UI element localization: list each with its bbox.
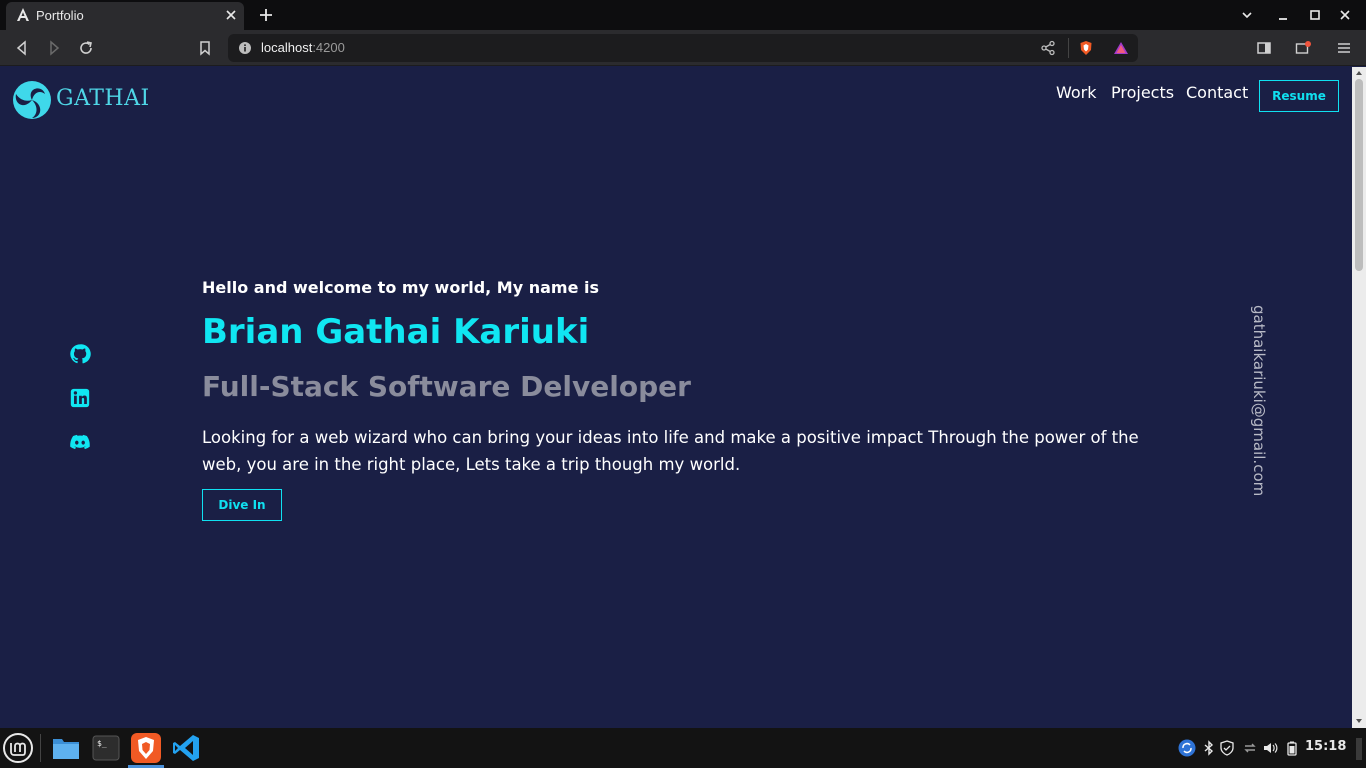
bluetooth-icon[interactable] xyxy=(1201,740,1217,756)
brave-icon[interactable] xyxy=(130,732,162,764)
url-host: localhost xyxy=(261,40,313,55)
menu-icon[interactable] xyxy=(1336,40,1352,56)
mint-menu-icon[interactable] xyxy=(2,732,34,764)
address-bar[interactable]: localhost:4200 xyxy=(228,34,1138,62)
sidebar-icon[interactable] xyxy=(1256,40,1272,56)
taskbar-separator xyxy=(40,734,41,762)
wallet-icon[interactable] xyxy=(1295,40,1311,56)
tab-list-icon[interactable] xyxy=(1240,8,1254,22)
angular-icon xyxy=(17,8,29,21)
forward-icon[interactable] xyxy=(46,40,62,56)
bookmark-icon[interactable] xyxy=(197,40,213,56)
hero-greeting: Hello and welcome to my world, My name i… xyxy=(202,278,600,297)
volume-icon[interactable] xyxy=(1262,740,1278,756)
window-close-icon[interactable] xyxy=(1338,8,1352,22)
nav-work-link[interactable]: Work xyxy=(1056,83,1097,102)
page-scrollbar[interactable] xyxy=(1352,67,1366,728)
close-icon[interactable] xyxy=(224,8,238,22)
portfolio-page: GATHAI Work Projects Contact Resume Hell… xyxy=(0,67,1352,728)
url-text: localhost:4200 xyxy=(261,40,345,55)
scroll-thumb[interactable] xyxy=(1355,79,1363,271)
hero-intro: Looking for a web wizard who can bring y… xyxy=(202,428,1139,474)
browser-toolbar: localhost:4200 1 xyxy=(0,30,1366,79)
reload-icon[interactable] xyxy=(78,40,94,56)
dive-in-button[interactable]: Dive In xyxy=(202,489,282,521)
new-tab-icon[interactable] xyxy=(258,7,274,23)
back-icon[interactable] xyxy=(14,40,30,56)
brand-name[interactable]: GATHAI xyxy=(56,86,150,111)
site-info-icon[interactable] xyxy=(238,41,252,55)
nav-contact-link[interactable]: Contact xyxy=(1186,83,1248,102)
terminal-icon[interactable]: $_ xyxy=(90,732,122,764)
linkedin-icon[interactable] xyxy=(69,387,91,409)
brave-shields-icon[interactable] xyxy=(1078,40,1094,56)
minimize-icon[interactable] xyxy=(1276,8,1290,22)
update-manager-icon[interactable] xyxy=(1178,739,1196,757)
logo-icon[interactable] xyxy=(12,80,52,120)
scroll-up-icon[interactable] xyxy=(1355,69,1363,77)
browser-tab-bar: Portfolio xyxy=(0,0,1366,30)
network-icon[interactable] xyxy=(1242,740,1258,756)
email-link[interactable]: gathaikariuki@gmail.com xyxy=(1250,305,1268,496)
taskbar-clock[interactable]: 15:18 xyxy=(1305,739,1346,754)
files-icon[interactable] xyxy=(50,732,82,764)
github-icon[interactable] xyxy=(69,343,91,365)
battery-icon[interactable] xyxy=(1284,740,1300,756)
browser-tab[interactable]: Portfolio xyxy=(6,2,244,30)
show-desktop-button[interactable] xyxy=(1356,738,1362,760)
shield-icon[interactable] xyxy=(1219,740,1235,756)
vscode-icon[interactable] xyxy=(170,732,202,764)
tab-title: Portfolio xyxy=(36,8,84,23)
url-port: :4200 xyxy=(312,40,345,55)
brave-rewards-icon[interactable] xyxy=(1113,40,1129,56)
resume-button[interactable]: Resume xyxy=(1259,80,1339,112)
hero-name: Brian Gathai Kariuki xyxy=(202,312,590,352)
svg-text:$_: $_ xyxy=(97,739,107,748)
nav-projects-link[interactable]: Projects xyxy=(1111,83,1174,102)
share-icon[interactable] xyxy=(1040,40,1056,56)
hero-role: Full-Stack Software Delveloper xyxy=(202,370,691,403)
maximize-icon[interactable] xyxy=(1308,8,1322,22)
os-taskbar: $_ 15:18 xyxy=(0,728,1366,768)
discord-icon[interactable] xyxy=(69,431,91,453)
scroll-down-icon[interactable] xyxy=(1355,717,1363,725)
